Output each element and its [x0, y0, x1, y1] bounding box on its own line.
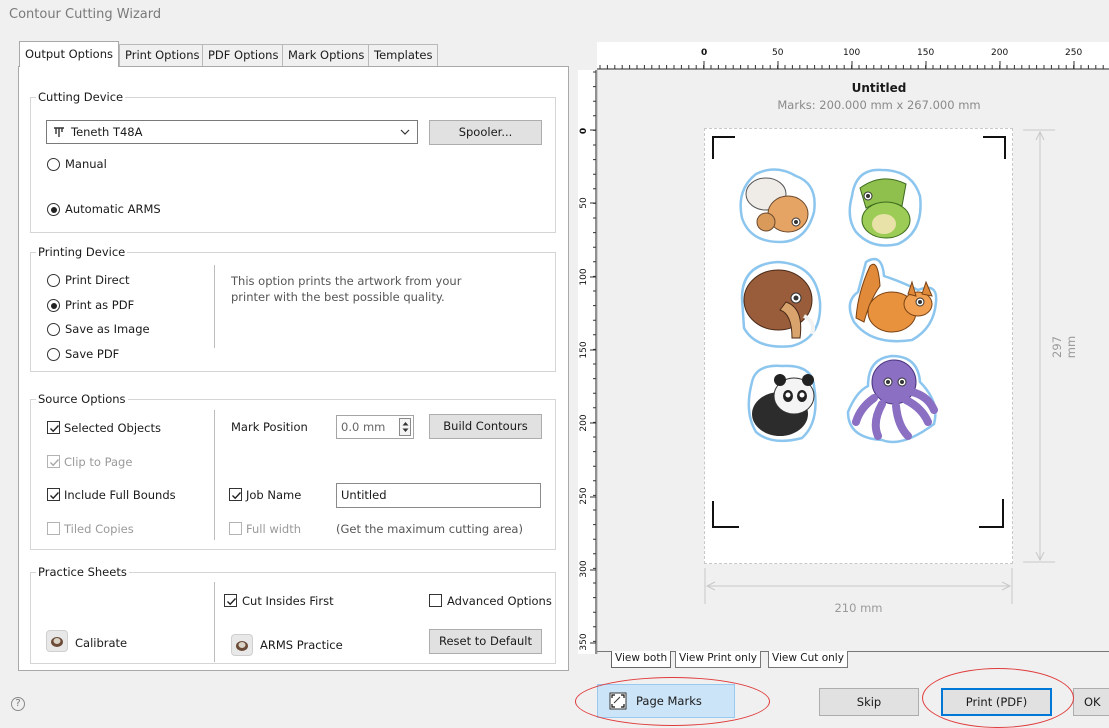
include-full-bounds-label: Include Full Bounds — [64, 488, 176, 502]
arms-practice-label[interactable]: ARMS Practice — [260, 638, 343, 652]
selected-objects-label: Selected Objects — [64, 421, 161, 435]
job-name-label: Job Name — [246, 488, 302, 502]
cutting-device-value: Teneth T48A — [71, 125, 143, 139]
full-width-label: Full width — [246, 522, 302, 536]
tab-templates[interactable]: Templates — [368, 44, 439, 66]
clip-to-page-checkbox[interactable] — [47, 455, 60, 468]
selected-objects-checkbox[interactable] — [47, 421, 60, 434]
tab-print-options[interactable]: Print Options — [119, 44, 206, 66]
full-width-checkbox[interactable] — [229, 522, 242, 535]
print-pdf-annotation — [922, 668, 1074, 728]
ruler-y-label: 350 — [579, 633, 589, 651]
source-options-divider — [214, 410, 215, 540]
tab-view-both[interactable]: View both — [611, 651, 672, 668]
print-direct-radio[interactable] — [47, 274, 60, 287]
window-title: Contour Cutting Wizard — [9, 7, 162, 22]
spooler-button[interactable]: Spooler... — [429, 120, 542, 145]
tab-mark-options[interactable]: Mark Options — [282, 44, 371, 66]
checkmark-icon — [50, 492, 60, 500]
page-marks-annotation — [575, 677, 770, 726]
clip-to-page-label: Clip to Page — [64, 455, 133, 469]
job-name-checkbox[interactable] — [229, 488, 242, 501]
practice-sheets-title: Practice Sheets — [36, 565, 129, 579]
cutter-icon — [54, 127, 64, 137]
build-contours-button[interactable]: Build Contours — [429, 414, 542, 439]
save-pdf-label: Save PDF — [65, 347, 120, 361]
cut-insides-first-label: Cut Insides First — [242, 594, 334, 608]
checkmark-icon — [227, 598, 237, 606]
preview-marks-size: Marks: 200.000 mm x 267.000 mm — [777, 98, 981, 112]
ruler-x-label: 50 — [772, 48, 784, 58]
advanced-options-checkbox[interactable] — [429, 594, 442, 607]
cutter-blade-icon — [51, 637, 63, 647]
print-as-pdf-radio[interactable] — [47, 299, 60, 312]
practice-sheets-divider — [214, 582, 215, 662]
tab-output-options[interactable]: Output Options — [19, 41, 119, 67]
automatic-arms-label: Automatic ARMS — [65, 202, 161, 216]
checkmark-icon — [50, 459, 60, 467]
tiled-copies-checkbox[interactable] — [47, 522, 60, 535]
calibrate-icon[interactable] — [46, 630, 68, 652]
height-dimension-label: 297 mm — [1050, 335, 1078, 359]
mark-position-value: 0.0 mm — [341, 420, 386, 434]
tab-pdf-options[interactable]: PDF Options — [202, 44, 285, 66]
ruler-y-label: 0 — [579, 127, 589, 135]
print-direct-label: Print Direct — [65, 273, 130, 287]
automatic-arms-radio[interactable] — [47, 203, 60, 216]
checkmark-icon — [232, 492, 242, 500]
cutter-blade-icon — [236, 641, 248, 651]
view-tabs-line — [597, 651, 1109, 652]
calibrate-label[interactable]: Calibrate — [75, 636, 127, 650]
tab-view-print-only[interactable]: View Print only — [675, 651, 761, 668]
ruler-y-label: 250 — [579, 487, 589, 505]
ruler-x-label: 150 — [917, 48, 935, 58]
print-as-pdf-label: Print as PDF — [65, 298, 135, 312]
ruler-y-label: 200 — [579, 414, 589, 432]
help-icon[interactable]: ? — [11, 697, 25, 711]
manual-radio[interactable] — [47, 158, 60, 171]
source-options-title: Source Options — [36, 392, 128, 406]
mark-position-label: Mark Position — [231, 420, 308, 434]
advanced-options-label: Advanced Options — [447, 594, 552, 608]
save-as-image-radio[interactable] — [47, 323, 60, 336]
save-pdf-radio[interactable] — [47, 348, 60, 361]
skip-button[interactable]: Skip — [819, 688, 919, 716]
chevron-down-icon — [400, 129, 410, 135]
preview-doc-title: Untitled — [851, 81, 907, 95]
manual-label: Manual — [65, 157, 107, 171]
printing-device-title: Printing Device — [36, 245, 128, 259]
ruler-y-label: 100 — [579, 268, 589, 286]
spin-arrows-icon — [402, 422, 409, 432]
ruler-x-label: 100 — [843, 48, 861, 58]
job-name-input[interactable]: Untitled — [336, 483, 541, 508]
checkmark-icon — [50, 425, 60, 433]
cut-insides-first-checkbox[interactable] — [224, 594, 237, 607]
cutting-device-title: Cutting Device — [36, 90, 126, 104]
save-as-image-label: Save as Image — [65, 322, 150, 336]
mark-position-input[interactable]: 0.0 mm — [336, 415, 414, 439]
full-width-hint: (Get the maximum cutting area) — [336, 522, 523, 536]
horizontal-ruler: 0 50 100 150 200 250 — [597, 42, 1109, 70]
tab-view-cut-only[interactable]: View Cut only — [768, 651, 848, 668]
mark-position-spinner[interactable] — [399, 418, 411, 436]
width-dimension-label: 210 mm — [834, 601, 883, 615]
ruler-x-label: 250 — [1065, 48, 1083, 58]
ruler-y-label: 50 — [579, 197, 589, 209]
include-full-bounds-checkbox[interactable] — [47, 488, 60, 501]
printing-device-divider — [214, 265, 215, 348]
cutting-device-select[interactable]: Teneth T48A — [46, 120, 418, 144]
ruler-y-label: 300 — [579, 560, 589, 578]
arms-practice-icon[interactable] — [231, 634, 253, 656]
vertical-ruler: 0 50 100 150 200 250 300 350 — [578, 70, 597, 654]
printing-device-description: This option prints the artwork from your… — [231, 274, 462, 304]
tiled-copies-label: Tiled Copies — [64, 522, 134, 536]
ruler-x-label: 0 — [701, 48, 708, 58]
ruler-x-label: 200 — [991, 48, 1009, 58]
ok-button[interactable]: OK — [1073, 688, 1109, 716]
ruler-y-label: 150 — [579, 341, 589, 359]
reset-to-default-button[interactable]: Reset to Default — [429, 629, 542, 654]
dimension-lines — [704, 129, 1055, 604]
